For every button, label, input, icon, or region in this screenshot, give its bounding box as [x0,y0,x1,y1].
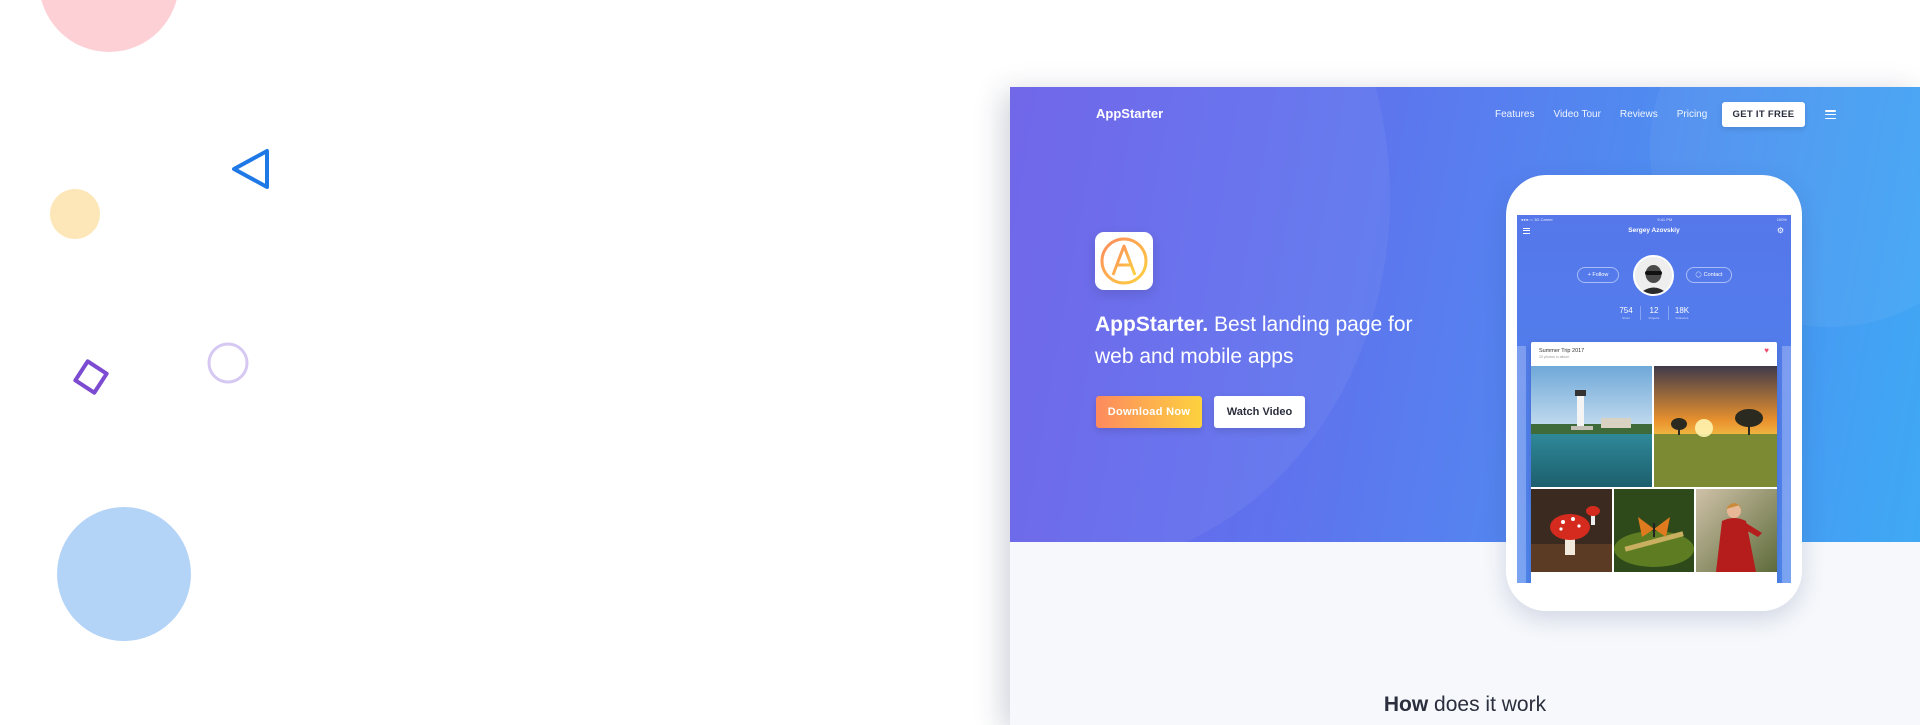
stat-followers: 18K Followers [1669,306,1696,320]
yellow-circle-icon [50,189,100,239]
section-title: How does it work [1010,693,1920,717]
stat-projects: 12 Projects [1641,306,1669,320]
hero-headline: AppStarter. Best landing page for web an… [1095,309,1445,373]
contact-button[interactable]: ◯ Contact [1686,267,1732,283]
stat-shots: 754 Shots [1613,306,1641,320]
lavender-ring-icon [207,342,249,384]
purple-diamond-icon [73,359,109,395]
watch-video-button[interactable]: Watch Video [1214,396,1305,428]
photo-girl-red-dress[interactable] [1696,489,1777,572]
landing-page-preview: AppStarter Features Video Tour Reviews P… [1010,87,1920,725]
photo-sunset-field[interactable] [1654,366,1777,487]
photo-butterfly[interactable] [1614,489,1694,572]
phone-mockup: ●●●○○ 3G Carrier 9:41 PM 100% Sergey Azo… [1506,175,1802,611]
follow-button[interactable]: + Follow [1577,267,1619,283]
stat-label: Projects [1648,316,1660,320]
stat-value: 12 [1649,306,1659,315]
photo-mushroom[interactable] [1531,489,1612,572]
phone-screen: ●●●○○ 3G Carrier 9:41 PM 100% Sergey Azo… [1517,215,1791,583]
status-time: 9:41 PM [1657,217,1673,222]
pink-circle-icon [41,0,177,52]
section-title-rest: does it work [1428,693,1547,716]
nav-logo[interactable]: AppStarter [1096,106,1163,121]
download-now-button[interactable]: Download Now [1096,396,1202,428]
stat-label: Shots [1622,316,1630,320]
album-title: Summer Trip 2017 [1539,348,1585,354]
headline-brand: AppStarter. [1095,313,1209,336]
stat-value: 754 [1619,306,1633,315]
blue-circle-icon [57,507,191,641]
stat-label: Followers [1675,316,1689,320]
album-subtitle: 20 photos in album [1539,355,1570,359]
hamburger-icon[interactable] [1825,110,1836,120]
search-icon: ◯ [1695,272,1702,278]
photo-lighthouse[interactable] [1531,366,1652,487]
profile-name: Sergey Azovskiy [1628,227,1680,234]
avatar [1633,255,1674,296]
heart-icon[interactable]: ♥ [1764,346,1769,355]
nav-link-features[interactable]: Features [1495,109,1534,120]
contact-label: Contact [1703,272,1723,278]
nav-link-reviews[interactable]: Reviews [1620,109,1658,120]
side-card [1517,346,1526,583]
nav-link-video-tour[interactable]: Video Tour [1553,109,1600,120]
album-card[interactable]: Summer Trip 2017 20 photos in album ♥ [1531,342,1777,583]
status-battery: 100% [1776,217,1787,222]
app-logo-icon [1095,232,1153,290]
section-title-bold: How [1383,693,1429,716]
gear-icon[interactable]: ⚙ [1777,227,1784,235]
profile-stats: 754 Shots 12 Projects 18K Followers [1517,306,1791,320]
stat-value: 18K [1674,306,1690,315]
get-it-free-button[interactable]: GET IT FREE [1722,102,1805,127]
side-card [1782,346,1791,583]
status-carrier: ●●●○○ 3G Carrier [1521,217,1553,222]
blue-triangle-icon [232,149,269,189]
phone-status-bar: ●●●○○ 3G Carrier 9:41 PM 100% [1521,217,1787,222]
nav-links: Features Video Tour Reviews Pricing [1495,109,1726,120]
nav-link-pricing[interactable]: Pricing [1677,109,1708,120]
